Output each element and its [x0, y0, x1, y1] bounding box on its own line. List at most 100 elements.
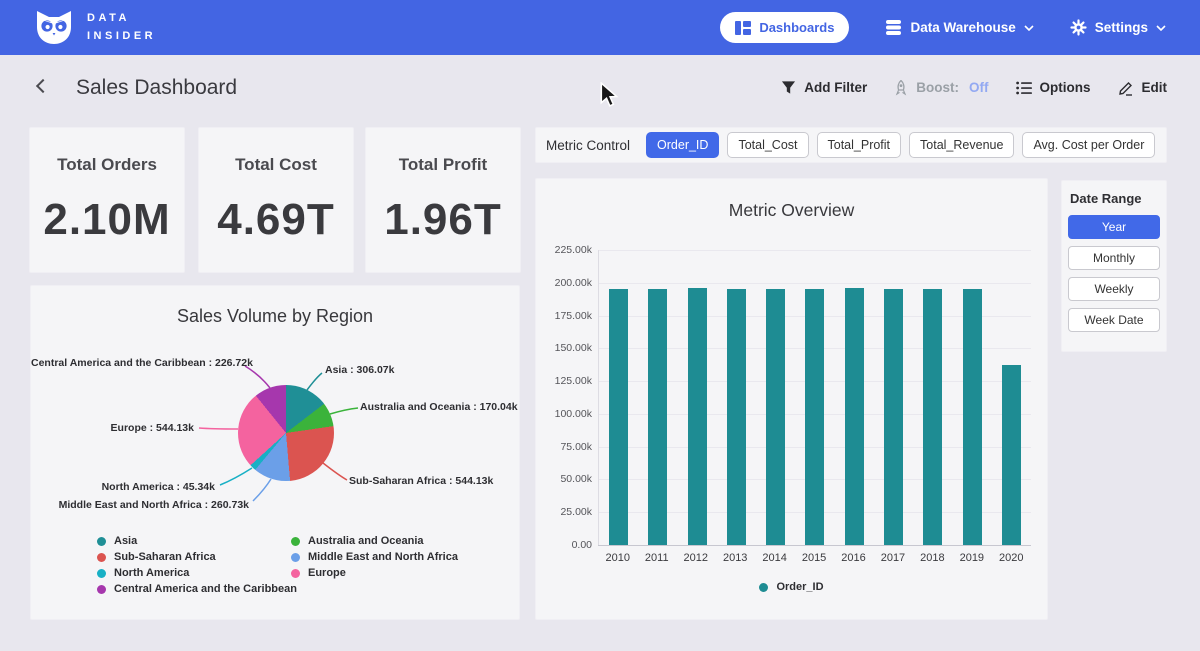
boost-toggle[interactable]: Boost: Off [894, 80, 988, 96]
legend-item-middle-east-and-north-africa[interactable]: Middle East and North Africa [291, 549, 458, 565]
pie-chart[interactable] [238, 385, 334, 481]
chevron-left-icon [36, 78, 50, 92]
add-filter-button[interactable]: Add Filter [781, 80, 867, 95]
legend-item-sub-saharan-africa[interactable]: Sub-Saharan Africa [97, 549, 297, 565]
metric-option-total-revenue[interactable]: Total_Revenue [909, 132, 1014, 158]
pie-callout-north-america: North America : 45.34k [31, 481, 215, 493]
gridline [598, 545, 1031, 546]
options-button[interactable]: Options [1016, 80, 1091, 95]
legend-dot [291, 569, 300, 578]
date-range-option-week-date[interactable]: Week Date [1068, 308, 1160, 332]
gear-icon [1070, 19, 1087, 36]
legend-dot [759, 583, 768, 592]
metric-control-label: Metric Control [546, 138, 630, 153]
bar-chart-title: Metric Overview [536, 200, 1047, 221]
legend-item-central-america-and-the-caribbean[interactable]: Central America and the Caribbean [97, 581, 297, 597]
bar-2018[interactable] [923, 289, 942, 545]
date-range-option-monthly[interactable]: Monthly [1068, 246, 1160, 270]
legend-dot [97, 569, 106, 578]
settings-menu[interactable]: Settings [1070, 19, 1166, 36]
boost-state: Off [969, 80, 989, 95]
legend-label: Middle East and North Africa [308, 551, 458, 563]
data-warehouse-menu[interactable]: Data Warehouse [885, 19, 1033, 36]
boost-label: Boost: [916, 80, 959, 95]
date-range-option-year[interactable]: Year [1068, 215, 1160, 239]
date-range-options: Year Monthly Weekly Week Date [1062, 215, 1166, 332]
brand-line1: DATA [87, 10, 156, 27]
pie-legend-col1: Asia Sub-Saharan Africa North America Centr… [97, 533, 297, 597]
edit-pencil-icon [1118, 80, 1134, 96]
y-tick-label: 100.00k [536, 408, 592, 420]
y-tick-label: 0.00 [536, 539, 592, 551]
legend-label: Sub-Saharan Africa [114, 551, 216, 563]
page-header: Sales Dashboard Add Filter Boost: Off [0, 55, 1200, 120]
metric-option-total-profit[interactable]: Total_Profit [817, 132, 902, 158]
bar-chart-legend[interactable]: Order_ID [536, 581, 1047, 593]
bar-2011[interactable] [648, 289, 667, 545]
bar-2013[interactable] [727, 289, 746, 545]
bar-2019[interactable] [963, 289, 982, 545]
y-tick-label: 200.00k [536, 277, 592, 289]
pie-callout-asia: Asia : 306.07k [325, 364, 394, 376]
dashboards-label: Dashboards [759, 20, 834, 35]
owl-logo-icon [34, 10, 74, 45]
brand[interactable]: DATA INSIDER [34, 10, 156, 45]
x-tick-label: 2011 [645, 552, 669, 564]
metric-option-avg-cost-per-order[interactable]: Avg. Cost per Order [1022, 132, 1155, 158]
y-tick-label: 150.00k [536, 342, 592, 354]
legend-item-north-america[interactable]: North America [97, 565, 297, 581]
bar-2015[interactable] [805, 289, 824, 545]
rocket-icon [894, 80, 908, 96]
edit-button[interactable]: Edit [1118, 80, 1168, 96]
legend-item-europe[interactable]: Europe [291, 565, 458, 581]
pie-legend-col2: Australia and Oceania Middle East and Nor… [291, 533, 458, 581]
pie-chart-card: Sales Volume by Region Asia : 306.07k Au… [30, 285, 520, 620]
date-range-panel: Date Range Year Monthly Weekly Week Date [1061, 180, 1167, 352]
x-tick-label: 2012 [684, 552, 708, 564]
header-actions: Add Filter Boost: Off Options [781, 80, 1167, 96]
legend-item-asia[interactable]: Asia [97, 533, 297, 549]
dashboards-button[interactable]: Dashboards [720, 12, 849, 43]
metric-control-bar: Metric Control Order_ID Total_Cost Total_P… [535, 127, 1167, 163]
legend-dot [291, 553, 300, 562]
x-tick-label: 2019 [960, 552, 984, 564]
x-tick-label: 2013 [723, 552, 747, 564]
bar-2017[interactable] [884, 289, 903, 545]
pie-callout-central-america-and-the-caribbean: Central America and the Caribbean : 226.… [31, 357, 242, 369]
kpi-value: 4.69T [217, 195, 335, 245]
metric-option-order-id[interactable]: Order_ID [646, 132, 719, 158]
navbar-menu: Dashboards Data Warehouse [720, 12, 1166, 43]
date-range-option-weekly[interactable]: Weekly [1068, 277, 1160, 301]
legend-label: Order_ID [776, 581, 823, 593]
edit-label: Edit [1142, 80, 1168, 95]
legend-label: North America [114, 567, 189, 579]
legend-dot [97, 553, 106, 562]
pie-chart-title: Sales Volume by Region [31, 306, 519, 327]
pie-callout-sub-saharan-africa: Sub-Saharan Africa : 544.13k [349, 475, 493, 487]
x-tick-label: 2020 [999, 552, 1023, 564]
legend-dot [97, 537, 106, 546]
bar-2012[interactable] [688, 288, 707, 545]
legend-label: Australia and Oceania [308, 535, 424, 547]
bar-2020[interactable] [1002, 365, 1021, 545]
bar-2010[interactable] [609, 289, 628, 545]
x-tick-label: 2018 [920, 552, 944, 564]
data-warehouse-label: Data Warehouse [910, 20, 1015, 35]
bar-2014[interactable] [766, 289, 785, 545]
kpi-label: Total Cost [235, 155, 317, 175]
back-button[interactable] [33, 78, 53, 98]
kpi-value: 1.96T [384, 195, 502, 245]
kpi-card-total-orders: Total Orders 2.10M [29, 127, 185, 273]
y-tick-label: 75.00k [536, 441, 592, 453]
chevron-down-icon [1024, 25, 1034, 31]
legend-item-australia-and-oceania[interactable]: Australia and Oceania [291, 533, 458, 549]
legend-label: Central America and the Caribbean [114, 583, 297, 595]
bar-chart-plot [598, 250, 1031, 545]
bar-2016[interactable] [845, 288, 864, 545]
legend-label: Asia [114, 535, 137, 547]
metric-option-total-cost[interactable]: Total_Cost [727, 132, 808, 158]
settings-label: Settings [1095, 20, 1148, 35]
page-title: Sales Dashboard [76, 76, 237, 100]
date-range-label: Date Range [1070, 191, 1166, 206]
x-tick-label: 2016 [841, 552, 865, 564]
